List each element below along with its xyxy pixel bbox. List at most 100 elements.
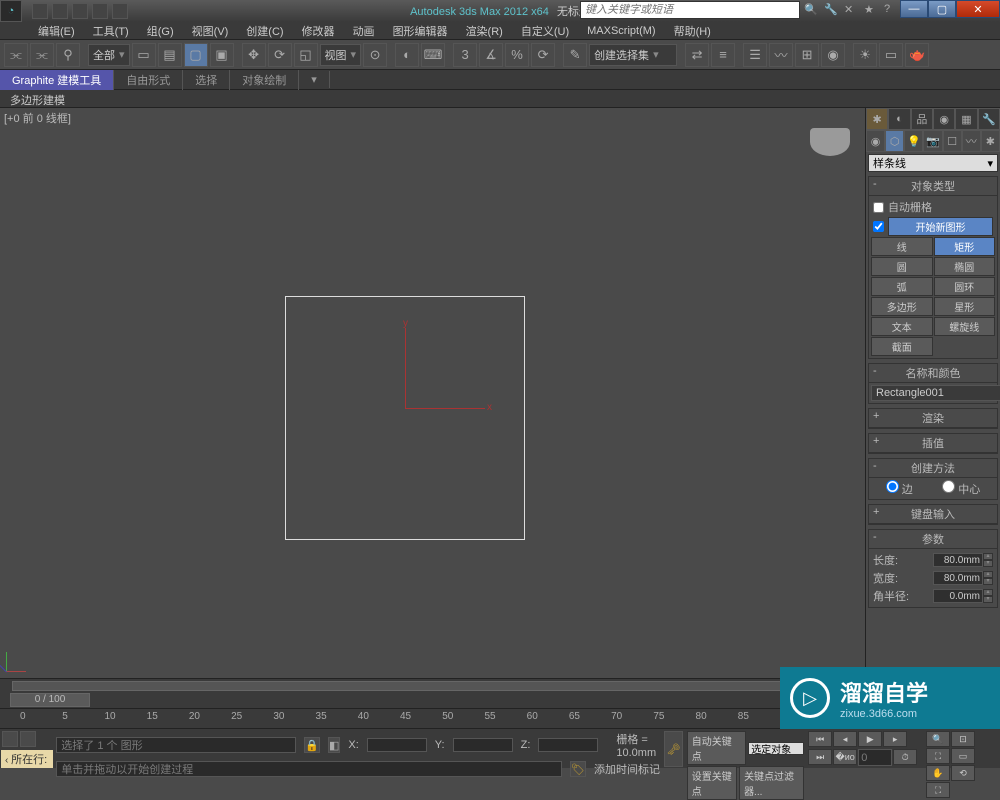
autogrid-checkbox[interactable] [873, 202, 884, 213]
goto-start-icon[interactable]: ⏮ [808, 731, 832, 747]
startnew-checkbox[interactable] [873, 221, 884, 232]
setkey-button[interactable]: 设置关键点 [687, 766, 737, 800]
time-tag-icon[interactable]: 🏷 [570, 761, 586, 777]
mirror-icon[interactable]: ⇄ [685, 43, 709, 67]
display-tab-icon[interactable]: ▦ [955, 108, 977, 130]
qat-redo-icon[interactable] [112, 3, 128, 19]
circle-button[interactable]: 圆 [871, 257, 933, 276]
selection-lock-icon[interactable]: 🗝 [664, 731, 683, 767]
keyfilter-sel-input[interactable] [748, 742, 804, 755]
name-color-header[interactable]: 名称和颜色 [869, 364, 997, 383]
goto-end-icon[interactable]: ⏭ [808, 749, 832, 765]
zoom-extents-icon[interactable]: ⛶ [926, 748, 950, 764]
menu-maxscript[interactable]: MAXScript(M) [579, 25, 663, 37]
select-icon[interactable]: ▭ [132, 43, 156, 67]
menu-customize[interactable]: 自定义(U) [513, 23, 577, 39]
percent-snap-icon[interactable]: % [505, 43, 529, 67]
ribbon-tab-selection[interactable]: 选择 [183, 70, 230, 90]
width-spinner[interactable] [933, 571, 983, 585]
menu-create[interactable]: 创建(C) [238, 23, 291, 39]
link-icon[interactable]: ⫘ [4, 43, 28, 67]
lock-icon[interactable]: 🔒 [304, 737, 320, 753]
helpers-icon[interactable]: ☐ [943, 130, 962, 152]
corner-radius-spinner[interactable] [933, 589, 983, 603]
donut-button[interactable]: 圆环 [934, 277, 996, 296]
bind-icon[interactable]: ⚲ [56, 43, 80, 67]
material-icon[interactable]: ◉ [821, 43, 845, 67]
listener-icon[interactable] [20, 731, 36, 747]
render-icon[interactable]: 🫖 [905, 43, 929, 67]
time-slider-handle[interactable]: 0 / 100 [10, 693, 90, 707]
x-coord-input[interactable] [367, 738, 427, 752]
script-mini-icon[interactable] [2, 731, 18, 747]
viewport[interactable]: [+0 前 0 线框] y x [0, 108, 865, 678]
select-region-icon[interactable]: ▢ [184, 43, 208, 67]
select-name-icon[interactable]: ▤ [158, 43, 182, 67]
minimize-button[interactable]: — [900, 0, 928, 18]
named-selset-dropdown[interactable]: 创建选择集 [589, 44, 677, 66]
spacewarps-icon[interactable]: 〰 [962, 130, 981, 152]
viewcube[interactable] [805, 128, 855, 168]
search-icon[interactable]: 🔍 [804, 3, 820, 19]
help-search-input[interactable] [580, 1, 800, 19]
pivot-icon[interactable]: ⊙ [363, 43, 387, 67]
edit-named-sel-icon[interactable]: ✎ [563, 43, 587, 67]
ref-coord-dropdown[interactable]: 视图 [320, 44, 362, 66]
arc-button[interactable]: 弧 [871, 277, 933, 296]
keyboard-header[interactable]: 键盘输入 [869, 505, 997, 524]
length-spinner[interactable] [933, 553, 983, 567]
orbit-icon[interactable]: ⟲ [951, 765, 975, 781]
menu-group[interactable]: 组(G) [139, 23, 182, 39]
ribbon-tab-paint[interactable]: 对象绘制 [230, 70, 299, 90]
menu-animation[interactable]: 动画 [345, 23, 383, 39]
section-button[interactable]: 截面 [871, 337, 933, 356]
next-frame-icon[interactable]: ▸ [883, 731, 907, 747]
key-icon[interactable]: 🔧 [824, 3, 840, 19]
align-icon[interactable]: ≡ [711, 43, 735, 67]
category-dropdown[interactable]: 样条线▾ [868, 154, 998, 172]
move-icon[interactable]: ✥ [242, 43, 266, 67]
scale-icon[interactable]: ◱ [294, 43, 318, 67]
ellipse-button[interactable]: 椭圆 [934, 257, 996, 276]
menu-graph[interactable]: 图形编辑器 [385, 23, 456, 39]
menu-tools[interactable]: 工具(T) [85, 23, 137, 39]
menu-views[interactable]: 视图(V) [184, 23, 237, 39]
cameras-icon[interactable]: 📷 [923, 130, 942, 152]
keyfilters-button[interactable]: 关键点过滤器... [739, 766, 804, 800]
keymode-icon[interactable]: ⌨ [421, 43, 445, 67]
ribbon-tab-modeling[interactable]: Graphite 建模工具 [0, 70, 114, 90]
render-setup-icon[interactable]: ☀ [853, 43, 877, 67]
angle-snap-icon[interactable]: ∡ [479, 43, 503, 67]
qat-new-icon[interactable] [32, 3, 48, 19]
lights-icon[interactable]: 💡 [904, 130, 923, 152]
prev-frame-icon[interactable]: ◂ [833, 731, 857, 747]
shapes-icon[interactable]: ⬡ [885, 130, 904, 152]
rectangle-button[interactable]: 矩形 [934, 237, 996, 256]
manip-icon[interactable]: ◐ [395, 43, 419, 67]
interp-header[interactable]: 插值 [869, 434, 997, 453]
params-header[interactable]: 参数 [869, 530, 997, 549]
viewport-label[interactable]: [+0 前 0 线框] [4, 110, 71, 126]
qat-open-icon[interactable] [52, 3, 68, 19]
maximize-vp-icon[interactable]: ⛶ [926, 782, 950, 798]
menu-help[interactable]: 帮助(H) [666, 23, 719, 39]
add-time-tag[interactable]: 添加时间标记 [594, 761, 660, 777]
pan-icon[interactable]: ✋ [926, 765, 950, 781]
systems-icon[interactable]: ✱ [981, 130, 1000, 152]
helix-button[interactable]: 螺旋线 [934, 317, 996, 336]
current-frame-input[interactable] [858, 749, 892, 766]
qat-save-icon[interactable] [72, 3, 88, 19]
help-icon[interactable]: ? [884, 3, 900, 19]
star-icon[interactable]: ★ [864, 3, 880, 19]
rotate-icon[interactable]: ⟳ [268, 43, 292, 67]
layers-icon[interactable]: ☰ [743, 43, 767, 67]
close-button[interactable]: ✕ [956, 0, 1000, 18]
ribbon-expand-icon[interactable]: ▾ [299, 71, 330, 88]
time-config-icon[interactable]: ⏱ [893, 749, 917, 765]
render-frame-icon[interactable]: ▭ [879, 43, 903, 67]
qat-undo-icon[interactable] [92, 3, 108, 19]
schematic-icon[interactable]: ⊞ [795, 43, 819, 67]
curve-editor-icon[interactable]: 〰 [769, 43, 793, 67]
key-mode-icon[interactable]: �ио [833, 749, 857, 765]
ribbon-tab-freeform[interactable]: 自由形式 [114, 70, 183, 90]
